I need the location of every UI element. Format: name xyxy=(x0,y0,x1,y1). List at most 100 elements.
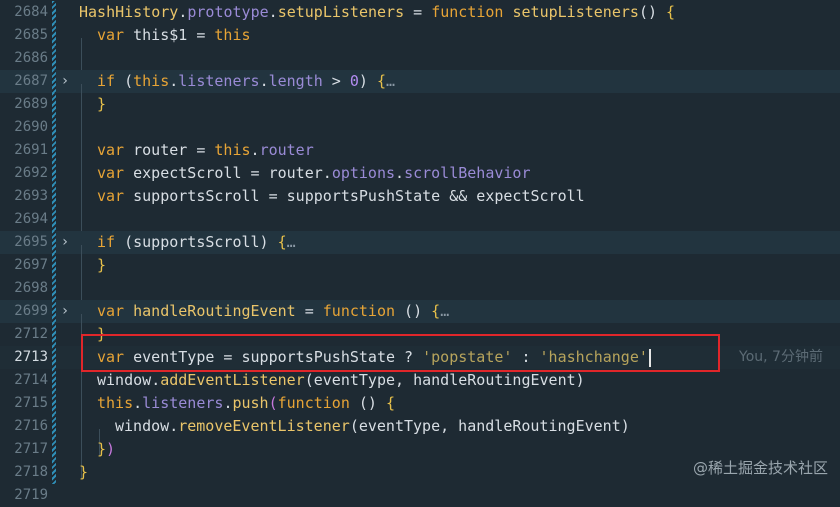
code-token: this xyxy=(133,72,170,90)
code-token: () xyxy=(395,302,432,320)
code-text xyxy=(79,277,97,318)
code-token: 0 xyxy=(349,72,359,90)
code-line[interactable]: 2684 HashHistory.prototype.setupListeners… xyxy=(0,1,840,24)
code-token: } xyxy=(97,256,107,274)
code-text: if (this.listeners.length > 0) {… xyxy=(79,70,396,111)
line-number: 2712 xyxy=(14,326,48,342)
git-change-marker xyxy=(52,1,56,24)
code-token: window xyxy=(97,371,152,389)
code-line[interactable]: 2716 window.removeEventListener(eventType… xyxy=(0,415,840,456)
code-text: var handleRoutingEvent = function () {… xyxy=(79,300,450,341)
code-token: . xyxy=(268,3,278,21)
code-token: var xyxy=(97,187,125,205)
code-token: { xyxy=(376,72,386,90)
code-line[interactable]: 2687 › if (this.listeners.length > 0) {… xyxy=(0,70,840,111)
code-token: … xyxy=(386,72,396,90)
code-token: . xyxy=(133,394,143,412)
code-line[interactable]: 2693 var supportsScroll = supportsPushSta… xyxy=(0,185,840,226)
line-number: 2717 xyxy=(14,441,48,457)
code-token: } xyxy=(79,463,89,481)
code-token: … xyxy=(440,302,450,320)
code-text: var expectScroll = router.options.scroll… xyxy=(79,162,531,203)
line-number: 2691 xyxy=(14,142,48,158)
chevron-right-icon[interactable]: › xyxy=(58,300,72,323)
code-token: = xyxy=(404,3,432,21)
line-number: 2715 xyxy=(14,395,48,411)
code-line[interactable]: 2692 var expectScroll = router.options.sc… xyxy=(0,162,840,203)
code-line[interactable]: 2690 xyxy=(0,116,840,157)
code-line[interactable]: 2715 this.listeners.push(function () { xyxy=(0,392,840,433)
code-token: ( xyxy=(268,394,278,412)
code-token: . xyxy=(259,72,269,90)
code-token: { xyxy=(386,394,396,412)
watermark: @稀土掘金技术社区 xyxy=(692,459,828,477)
code-token: this$1 = xyxy=(124,26,215,44)
chevron-right-icon[interactable]: › xyxy=(58,231,72,254)
code-token: } xyxy=(97,440,107,458)
line-number: 2698 xyxy=(14,280,48,296)
code-line[interactable]: 2699 › var handleRoutingEvent = function (… xyxy=(0,300,840,341)
line-number: 2697 xyxy=(14,257,48,273)
git-change-marker xyxy=(52,116,56,139)
code-text: if (supportsScroll) {… xyxy=(79,231,296,272)
code-line[interactable]: 2698 xyxy=(0,277,840,318)
code-token: var xyxy=(97,26,125,44)
code-line[interactable]: 2697} xyxy=(0,254,840,295)
code-line[interactable]: 2685 var this$1 = this xyxy=(0,24,840,65)
code-line[interactable]: 2714 window.addEventListener(eventType, h… xyxy=(0,369,840,410)
line-number: 2695 xyxy=(14,234,48,250)
code-token: var xyxy=(97,164,125,182)
code-text: window.addEventListener(eventType, handl… xyxy=(79,369,585,410)
git-change-marker xyxy=(52,415,56,438)
git-change-marker xyxy=(52,461,56,484)
code-token: () xyxy=(349,394,386,412)
code-text: }) xyxy=(79,438,116,479)
git-change-marker xyxy=(52,162,56,185)
code-line[interactable]: 2694 xyxy=(0,208,840,249)
code-token: ) xyxy=(106,440,116,458)
git-change-marker xyxy=(52,231,56,254)
code-token: options xyxy=(331,164,396,182)
code-token: listeners xyxy=(142,394,224,412)
code-line[interactable]: 2689} xyxy=(0,93,840,134)
git-change-marker xyxy=(52,323,56,346)
git-change-marker xyxy=(52,70,56,93)
code-token: (eventType, handleRoutingEvent) xyxy=(304,371,585,389)
git-change-marker xyxy=(52,346,56,369)
code-text: this.listeners.push(function () { xyxy=(79,392,396,433)
code-line[interactable]: 2691 var router = this.router xyxy=(0,139,840,180)
code-token: handleRoutingEvent xyxy=(124,302,296,320)
line-number: 2690 xyxy=(14,119,48,135)
code-token: function xyxy=(431,3,504,21)
code-line[interactable]: 2686 xyxy=(0,47,840,88)
code-token: { xyxy=(277,233,287,251)
code-line[interactable]: 2695 › if (supportsScroll) {… xyxy=(0,231,840,272)
code-token: setupListeners xyxy=(277,3,405,21)
code-text xyxy=(79,208,97,249)
code-text: var supportsScroll = supportsPushState &… xyxy=(79,185,585,226)
code-line[interactable]: 2719 xyxy=(0,484,840,507)
code-token: () xyxy=(638,3,667,21)
code-token: { xyxy=(431,302,441,320)
line-number: 2699 xyxy=(14,303,48,319)
code-token: if xyxy=(97,72,116,90)
git-change-marker xyxy=(52,369,56,392)
line-number: 2684 xyxy=(14,4,48,20)
code-token: length xyxy=(268,72,323,90)
line-number: 2718 xyxy=(14,464,48,480)
code-editor[interactable]: 2684 HashHistory.prototype.setupListeners… xyxy=(0,0,840,503)
git-change-marker xyxy=(52,47,56,70)
git-change-marker xyxy=(52,185,56,208)
code-token: function xyxy=(277,394,350,412)
code-token: router xyxy=(259,141,314,159)
code-text: } xyxy=(79,254,107,295)
chevron-right-icon[interactable]: › xyxy=(58,70,72,93)
line-number: 2689 xyxy=(14,96,48,112)
code-text xyxy=(79,47,97,88)
git-change-marker xyxy=(52,139,56,162)
code-text: } xyxy=(79,461,88,484)
code-token: scrollBehavior xyxy=(404,164,531,182)
highlight-box xyxy=(81,334,720,372)
line-number: 2687 xyxy=(14,73,48,89)
code-text: window.removeEventListener(eventType, ha… xyxy=(79,415,630,456)
